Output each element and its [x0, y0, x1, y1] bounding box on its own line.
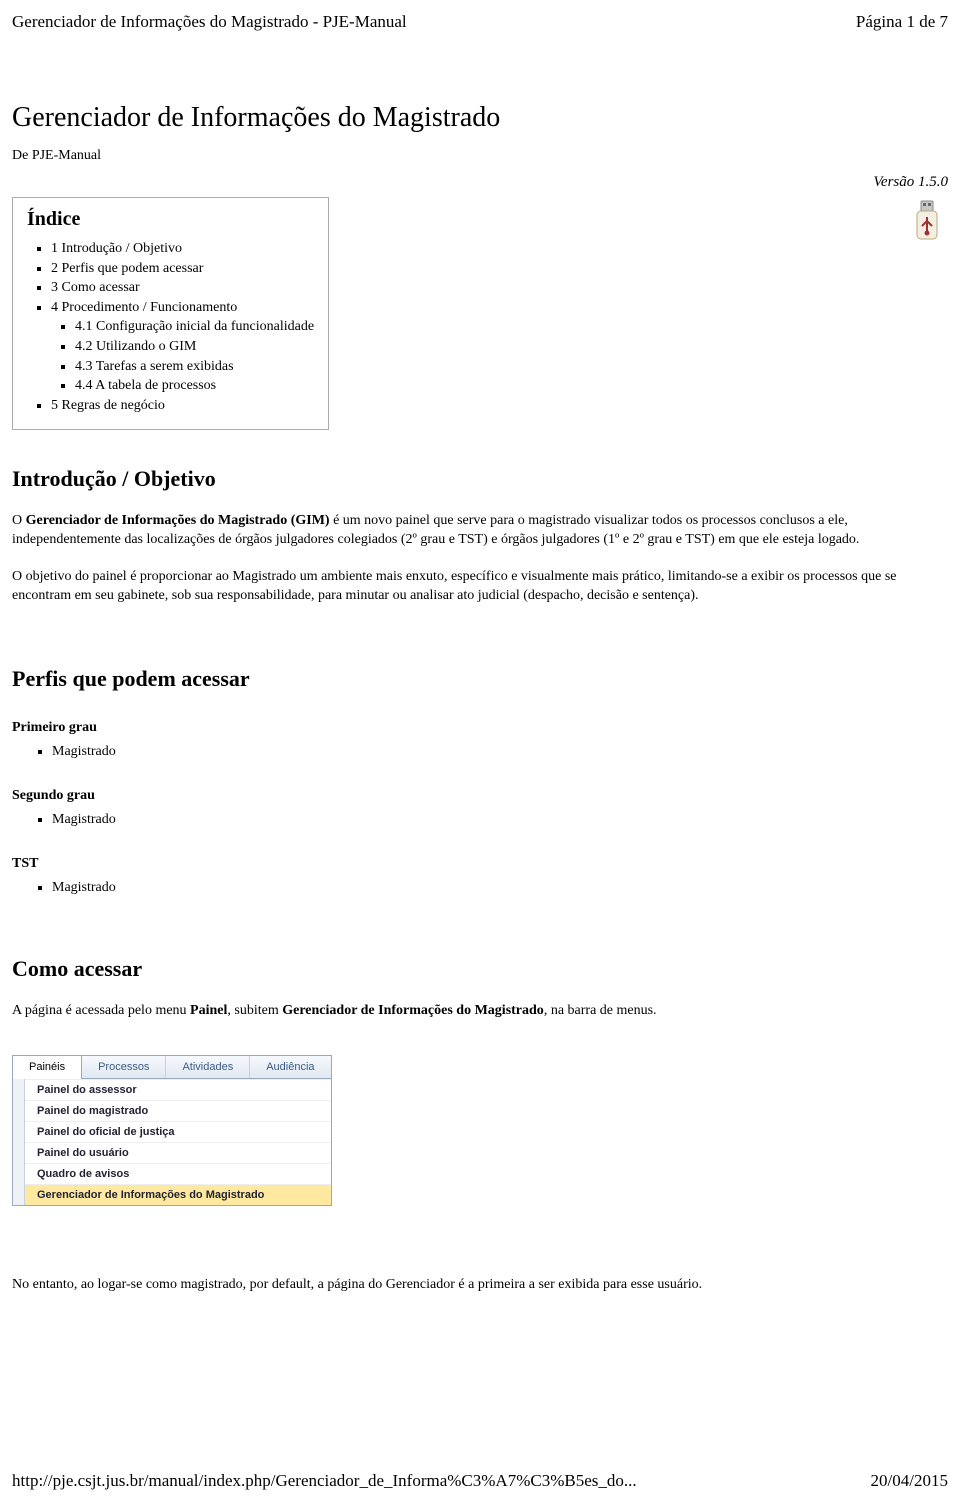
- header-right: Página 1 de 7: [856, 12, 948, 32]
- tab-atividades[interactable]: Atividades: [166, 1056, 250, 1078]
- index-subitem[interactable]: 4.4 A tabela de processos: [75, 376, 314, 396]
- index-title: Índice: [27, 208, 314, 231]
- sub-segundo-grau: Segundo grau: [12, 788, 948, 804]
- page-footer: http://pje.csjt.jus.br/manual/index.php/…: [12, 1471, 948, 1491]
- footer-date: 20/04/2015: [871, 1471, 948, 1491]
- index-item[interactable]: 4 Procedimento / Funcionamento 4.1 Confi…: [51, 298, 314, 396]
- list-segundo: Magistrado: [12, 812, 948, 828]
- tab-paineis[interactable]: Painéis: [12, 1055, 82, 1079]
- sub-primeiro-grau: Primeiro grau: [12, 720, 948, 736]
- menu-gutter: [13, 1079, 25, 1205]
- page-subtitle: De PJE-Manual: [12, 148, 948, 164]
- section-perfis-title: Perfis que podem acessar: [12, 666, 948, 692]
- section-como-title: Como acessar: [12, 956, 948, 982]
- list-item: Magistrado: [52, 880, 948, 896]
- tab-processos[interactable]: Processos: [82, 1056, 166, 1078]
- index-subitem[interactable]: 4.2 Utilizando o GIM: [75, 337, 314, 357]
- text: O: [12, 513, 26, 528]
- como-paragraph-2: No entanto, ao logar-se como magistrado,…: [12, 1276, 948, 1295]
- bold-text: Gerenciador de Informações do Magistrado: [282, 1003, 544, 1018]
- sub-tst: TST: [12, 856, 948, 872]
- footer-url: http://pje.csjt.jus.br/manual/index.php/…: [12, 1471, 637, 1491]
- menu-item[interactable]: Painel do oficial de justiça: [25, 1121, 331, 1142]
- text: , subitem: [227, 1003, 282, 1018]
- index-item-label: 4 Procedimento / Funcionamento: [51, 300, 237, 315]
- index-item[interactable]: 5 Regras de negócio: [51, 396, 314, 416]
- text: , na barra de menus.: [544, 1003, 657, 1018]
- menu-item[interactable]: Painel do magistrado: [25, 1100, 331, 1121]
- menu-item[interactable]: Painel do usuário: [25, 1142, 331, 1163]
- como-paragraph-1: A página é acessada pelo menu Painel, su…: [12, 1002, 948, 1021]
- tab-audiencia[interactable]: Audiência: [250, 1056, 330, 1078]
- index-subitem[interactable]: 4.3 Tarefas a serem exibidas: [75, 357, 314, 377]
- menu-dropdown: Painel do assessor Painel do magistrado …: [25, 1079, 331, 1205]
- list-tst: Magistrado: [12, 880, 948, 896]
- menu-tabs: Painéis Processos Atividades Audiência: [13, 1056, 331, 1079]
- header-left: Gerenciador de Informações do Magistrado…: [12, 12, 407, 32]
- page-title: Gerenciador de Informações do Magistrado: [12, 102, 948, 134]
- index-item[interactable]: 1 Introdução / Objetivo: [51, 239, 314, 259]
- page-header: Gerenciador de Informações do Magistrado…: [12, 12, 948, 32]
- version-label: Versão 1.5.0: [12, 174, 948, 191]
- index-list: 1 Introdução / Objetivo 2 Perfis que pod…: [27, 239, 314, 415]
- bold-text: Painel: [190, 1003, 227, 1018]
- list-primeiro: Magistrado: [12, 744, 948, 760]
- index-box: Índice 1 Introdução / Objetivo 2 Perfis …: [12, 197, 329, 430]
- intro-paragraph-2: O objetivo do painel é proporcionar ao M…: [12, 568, 948, 606]
- menu-item[interactable]: Painel do assessor: [25, 1079, 331, 1100]
- intro-paragraph-1: O Gerenciador de Informações do Magistra…: [12, 512, 948, 550]
- index-item[interactable]: 3 Como acessar: [51, 278, 314, 298]
- list-item: Magistrado: [52, 744, 948, 760]
- index-item[interactable]: 2 Perfis que podem acessar: [51, 259, 314, 279]
- usb-icon: [910, 199, 944, 243]
- bold-text: Gerenciador de Informações do Magistrado…: [26, 513, 330, 528]
- index-subitem[interactable]: 4.1 Configuração inicial da funcionalida…: [75, 317, 314, 337]
- list-item: Magistrado: [52, 812, 948, 828]
- menu-item-selected[interactable]: Gerenciador de Informações do Magistrado: [25, 1184, 331, 1205]
- section-intro-title: Introdução / Objetivo: [12, 466, 948, 492]
- menu-screenshot: Painéis Processos Atividades Audiência P…: [12, 1055, 332, 1206]
- menu-item[interactable]: Quadro de avisos: [25, 1163, 331, 1184]
- text: A página é acessada pelo menu: [12, 1003, 190, 1018]
